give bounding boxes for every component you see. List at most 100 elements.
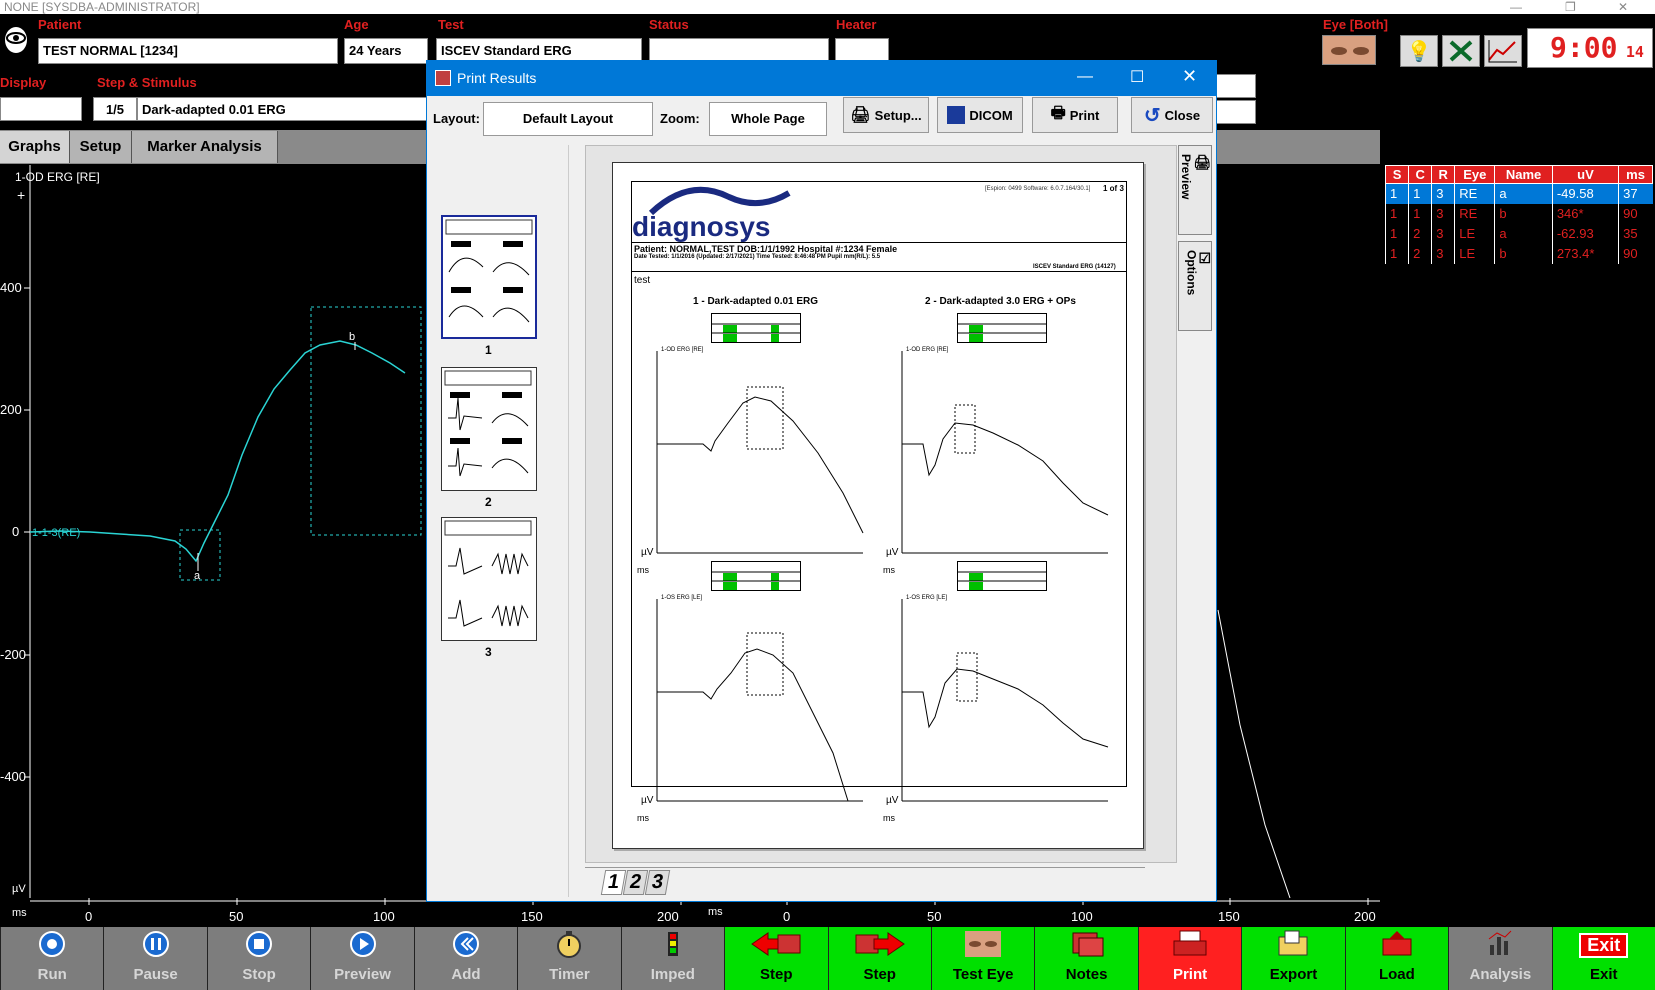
app-eye-icon: [2, 24, 30, 56]
page-thumbnail[interactable]: [441, 517, 537, 641]
eye-photo-icon[interactable]: [1322, 35, 1376, 65]
dicom-button[interactable]: DICOM: [937, 97, 1023, 133]
tab-setup[interactable]: Setup: [70, 131, 132, 163]
layout-select[interactable]: Default Layout: [483, 102, 653, 136]
notes-button[interactable]: Notes: [1034, 927, 1138, 990]
minimize-icon[interactable]: —: [1510, 0, 1522, 14]
report-patient-line: Patient: NORMAL,TEST DOB:1/1/1992 Hospit…: [634, 244, 898, 254]
cell: 346*: [1551, 203, 1619, 224]
timer-icon: [518, 929, 620, 965]
close-window-icon[interactable]: ✕: [1618, 0, 1628, 14]
load-button[interactable]: Load: [1344, 927, 1449, 990]
status-label: Status: [649, 17, 689, 32]
report-y-unit: µV: [641, 547, 654, 558]
age-field[interactable]: 24 Years: [344, 38, 428, 64]
step-back-icon: [725, 929, 827, 965]
thumbnail-label: 1: [485, 343, 492, 357]
printer-icon: 🖶: [1050, 104, 1066, 122]
cell: RE: [1454, 183, 1495, 204]
export-button[interactable]: Export: [1241, 927, 1345, 990]
cell: RE: [1454, 203, 1495, 224]
step-button[interactable]: Step: [724, 927, 828, 990]
table-row[interactable]: 1 2 3 LE a -62.93 35: [1384, 223, 1653, 244]
table-row[interactable]: 1 1 3 RE a -49.58 37: [1384, 183, 1653, 204]
cell: 1: [1408, 183, 1432, 204]
cell: 1: [1408, 203, 1432, 224]
page-thumbnail[interactable]: [441, 367, 537, 491]
patient-field[interactable]: TEST NORMAL [1234]: [38, 38, 338, 64]
cell: 3: [1431, 223, 1455, 244]
col-header[interactable]: Eye: [1454, 165, 1496, 184]
patient-label: Patient: [38, 17, 82, 32]
pause-button[interactable]: Pause: [103, 927, 207, 990]
col-header[interactable]: Name: [1494, 165, 1553, 184]
print-button[interactable]: 🖶 Print: [1032, 97, 1118, 133]
col-header[interactable]: R: [1431, 165, 1456, 184]
analysis-button[interactable]: Analysis: [1448, 927, 1552, 990]
run-button[interactable]: Run: [0, 927, 104, 990]
step-label: Step & Stimulus: [97, 75, 197, 90]
page-thumbnail[interactable]: [441, 215, 537, 339]
cell: a: [1494, 223, 1553, 244]
export-icon: [1242, 929, 1344, 965]
setup-button[interactable]: 🖨 Setup...: [843, 97, 929, 133]
step-button[interactable]: Step: [827, 927, 931, 990]
clock-display: 9:00 14: [1527, 28, 1653, 68]
dialog-title-bar: Print Results — ☐ ✕: [427, 61, 1216, 96]
results-table[interactable]: S C R Eye Name uV ms 1 1 3 RE a -49.58 37 113R…: [1384, 165, 1653, 264]
cell: 2: [1408, 243, 1432, 264]
zoom-plus-icon[interactable]: +: [17, 187, 25, 203]
page-tab-3[interactable]: 3: [644, 870, 671, 895]
stimulator-icon[interactable]: [1442, 35, 1480, 67]
col-header[interactable]: S: [1384, 165, 1410, 184]
tab-graphs[interactable]: Graphs: [0, 131, 70, 163]
exit-button[interactable]: Exit Exit: [1551, 927, 1655, 990]
col-header[interactable]: C: [1408, 165, 1433, 184]
dialog-close-icon[interactable]: ✕: [1182, 66, 1197, 87]
y-tick-label: 200: [0, 402, 22, 417]
cell: 1: [1384, 243, 1409, 264]
marker-b-label: b: [349, 331, 356, 343]
table-row[interactable]: 1 2 3 LE b 273.4* 90: [1384, 243, 1653, 264]
options-side-tab[interactable]: ☑ Options: [1178, 241, 1212, 331]
step-name-field[interactable]: Dark-adapted 0.01 ERG: [137, 97, 429, 121]
table-row[interactable]: 1 1 3 RE b 346* 90: [1384, 203, 1653, 224]
report-x-unit: ms: [637, 813, 649, 823]
report-channel-label: 1-OS ERG [LE]: [661, 595, 703, 601]
cell: LE: [1454, 223, 1495, 244]
test-eye-button[interactable]: Test Eye: [930, 927, 1035, 990]
tab-marker-analysis[interactable]: Marker Analysis: [132, 131, 278, 163]
cell: -62.93: [1551, 223, 1619, 244]
timer-button[interactable]: Timer: [517, 927, 621, 990]
marker-a-label: a: [194, 570, 201, 582]
setup-icon: 🖨: [850, 107, 871, 124]
zoom-select[interactable]: Whole Page: [709, 102, 827, 136]
toolbar-button-label: Imped: [650, 966, 695, 983]
preview-side-tab[interactable]: 🖨 Preview: [1178, 145, 1212, 235]
thumbnail-label: 2: [485, 495, 492, 509]
lamp-icon[interactable]: 💡: [1400, 35, 1438, 67]
dialog-maximize-icon[interactable]: ☐: [1130, 67, 1144, 87]
graph-icon[interactable]: [1484, 35, 1522, 67]
report-x-unit: ms: [883, 813, 895, 823]
toolbar-button-label: Preview: [334, 966, 391, 983]
display-field[interactable]: [0, 97, 82, 121]
dialog-minimize-icon[interactable]: —: [1077, 68, 1093, 86]
report-y-unit: µV: [641, 795, 654, 806]
cell: 3: [1431, 203, 1455, 224]
preview-button[interactable]: Preview: [310, 927, 414, 990]
cell: 273.4*: [1551, 243, 1619, 264]
stop-button[interactable]: Stop: [206, 927, 311, 990]
print-button[interactable]: Print: [1137, 927, 1242, 990]
x-tick-label: 50: [229, 909, 244, 924]
divider: [631, 242, 1127, 243]
report-y-unit: µV: [886, 795, 899, 806]
add-button[interactable]: Add: [413, 927, 518, 990]
report-protocol: ISCEV Standard ERG (14127): [1033, 264, 1116, 270]
restore-icon[interactable]: ❐: [1565, 0, 1576, 14]
close-button[interactable]: ↺ Close: [1131, 97, 1213, 133]
col-header[interactable]: uV: [1551, 165, 1620, 184]
cell: 90: [1618, 243, 1653, 264]
col-header[interactable]: ms: [1618, 165, 1653, 184]
imped-button[interactable]: Imped: [620, 927, 725, 990]
